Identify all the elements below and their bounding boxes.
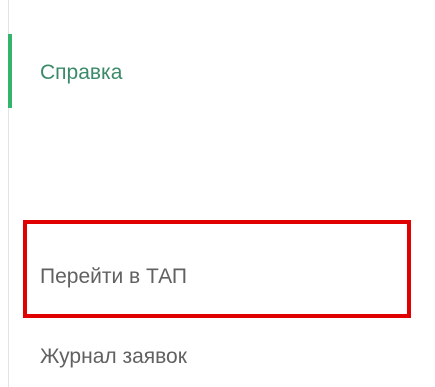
- menu-item-spravka[interactable]: Справка: [40, 61, 122, 85]
- menu-item-request-journal[interactable]: Журнал заявок: [40, 345, 187, 369]
- menu-item-go-to-tap[interactable]: Перейти в ТАП: [40, 265, 187, 289]
- side-menu: Справка Перейти в ТАП Журнал заявок: [0, 0, 435, 387]
- active-item-indicator: [8, 34, 12, 108]
